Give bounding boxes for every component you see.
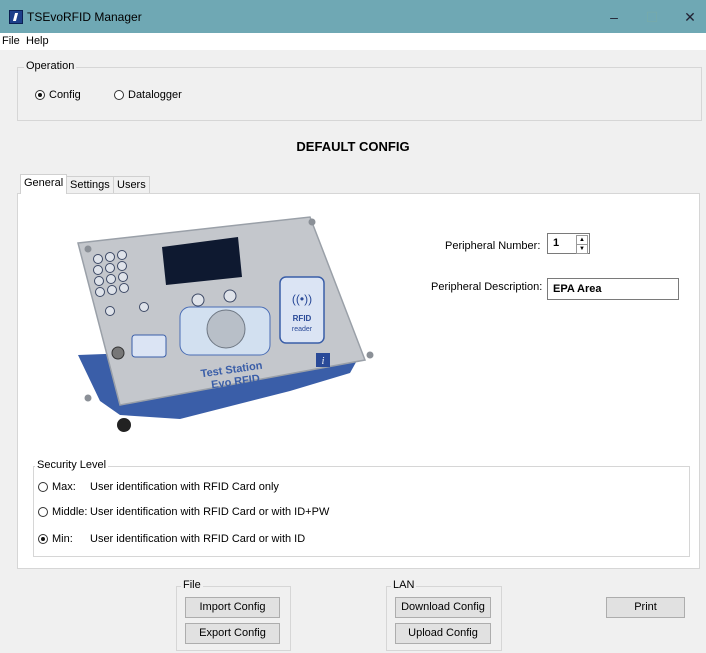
device-button-left: [191, 293, 205, 307]
peripheral-description-input[interactable]: EPA Area: [547, 278, 679, 300]
screw-icon: [84, 394, 92, 402]
radio-security-min[interactable]: Min: User identification with RFID Card …: [38, 533, 305, 545]
file-group-label: File: [181, 579, 203, 591]
peripheral-description-label: Peripheral Description:: [431, 281, 543, 293]
rfid-waves-icon: ((•)): [292, 292, 312, 306]
radio-config-label: Config: [49, 89, 81, 101]
card-slot-icon: [131, 334, 167, 358]
radio-config[interactable]: Config: [35, 89, 81, 101]
radio-security-max[interactable]: Max: User identification with RFID Card …: [38, 481, 279, 493]
radio-security-min-indicator[interactable]: [38, 534, 48, 544]
rfid-badge: [279, 276, 325, 344]
device-button-right: [223, 289, 237, 303]
radio-datalogger[interactable]: Datalogger: [114, 89, 182, 101]
security-max-name: Max:: [52, 481, 76, 493]
app-icon: [9, 10, 23, 24]
info-letter: i: [322, 356, 325, 367]
security-max-desc: User identification with RFID Card only: [90, 481, 279, 493]
security-level-label: Security Level: [35, 459, 109, 471]
tab-general[interactable]: General: [20, 174, 68, 194]
rfid-badge-line2: reader: [292, 326, 313, 333]
device-image: ((•)) RFID reader i Test Station Evo RFI…: [77, 216, 374, 432]
radio-datalogger-indicator[interactable]: [114, 90, 124, 100]
security-middle-name: Middle:: [52, 506, 88, 518]
peripheral-number-label: Peripheral Number:: [445, 240, 541, 252]
export-config-button[interactable]: Export Config: [185, 623, 280, 644]
key-switch-icon: [111, 346, 125, 360]
radio-config-indicator[interactable]: [35, 90, 45, 100]
screw-icon: [308, 218, 316, 226]
spinner-down-icon[interactable]: ▼: [576, 244, 588, 254]
tab-users[interactable]: Users: [113, 176, 150, 193]
rfid-badge-line1: RFID: [293, 314, 312, 323]
menu-help[interactable]: Help: [26, 35, 49, 47]
lan-group-label: LAN: [391, 579, 417, 591]
import-config-button[interactable]: Import Config: [185, 597, 280, 618]
menu-file[interactable]: File: [2, 35, 20, 47]
connector-icon: [117, 418, 131, 432]
print-button[interactable]: Print: [606, 597, 685, 618]
peripheral-number-value: 1: [553, 237, 560, 249]
window-title: TSEvoRFID Manager: [27, 10, 142, 24]
radio-security-max-indicator[interactable]: [38, 482, 48, 492]
minimize-button[interactable]: –: [594, 5, 634, 29]
title-bar: TSEvoRFID Manager – ☐ ✕: [0, 0, 706, 33]
download-config-button[interactable]: Download Config: [395, 597, 491, 618]
close-button[interactable]: ✕: [670, 5, 706, 29]
radio-security-middle-indicator[interactable]: [38, 507, 48, 517]
security-min-desc: User identification with RFID Card or wi…: [90, 533, 306, 545]
upload-config-button[interactable]: Upload Config: [395, 623, 491, 644]
screw-icon: [366, 351, 374, 359]
menu-bar: File Help: [0, 33, 706, 50]
tab-settings[interactable]: Settings: [66, 176, 114, 193]
screw-icon: [84, 245, 92, 253]
security-middle-desc: User identification with RFID Card or wi…: [90, 506, 330, 518]
radio-security-middle[interactable]: Middle: User identification with RFID Ca…: [38, 506, 329, 518]
maximize-button[interactable]: ☐: [632, 5, 672, 29]
page-heading: DEFAULT CONFIG: [296, 139, 410, 154]
radio-datalogger-label: Datalogger: [128, 89, 182, 101]
security-min-name: Min:: [52, 533, 73, 545]
device-sensor-disc: [206, 309, 246, 349]
operation-group-label: Operation: [24, 60, 77, 72]
peripheral-number-spinner[interactable]: 1 ▲ ▼: [547, 233, 590, 254]
